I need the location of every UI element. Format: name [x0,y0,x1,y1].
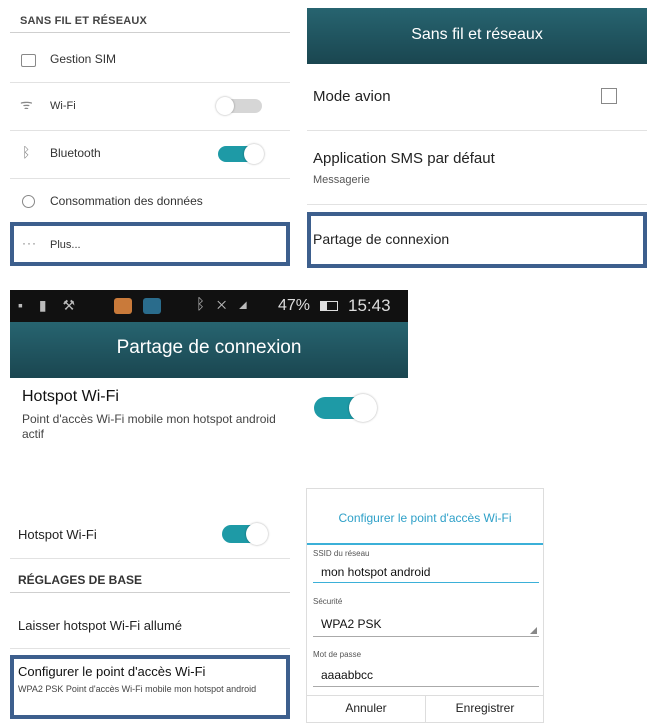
cancel-button[interactable]: Annuler [307,701,425,715]
ssid-label: SSID du réseau [313,549,370,558]
battery-icon [320,301,338,311]
settings-item-label: Configurer le point d'accès Wi-Fi [18,664,206,679]
settings-item-hotspot[interactable]: Hotspot Wi-Fi [10,512,290,556]
bluetooth-icon: ᛒ [22,144,31,160]
dialog-title: Configurer le point d'accès Wi-Fi [338,511,512,525]
hotspot-notification-icon [143,298,161,314]
settings-item-wifi[interactable]: ᯤ Wi-Fi [10,84,290,128]
settings-item-label: Gestion SIM [50,52,117,66]
settings-item-hotspot[interactable]: Hotspot Wi-Fi Point d'accès Wi-Fi mobile… [10,378,408,456]
dropdown-corner-icon [530,627,537,634]
password-input[interactable]: aaaabbcc [313,663,539,687]
app-header: Sans fil et réseaux [307,8,647,64]
panel-wireless-settings: SANS FIL ET RÉSEAUX Gestion SIM ᯤ Wi-Fi … [10,8,290,266]
ssid-input[interactable]: mon hotspot android [313,561,539,583]
hotspot-toggle[interactable] [222,523,268,545]
settings-item-sublabel: WPA2 PSK Point d'accès Wi-Fi mobile mon … [18,684,257,694]
data-usage-icon [22,195,35,208]
settings-item-label: Wi-Fi [50,100,76,112]
settings-item-sms-app[interactable]: Application SMS par défaut Messagerie [307,132,647,202]
wifi-icon: ᯤ [20,96,33,112]
sim-card-icon [21,54,36,67]
settings-item-tethering[interactable]: Partage de connexion [307,214,647,268]
dialog-title-divider [307,543,543,545]
dialog-configure-hotspot: Configurer le point d'accès Wi-Fi SSID d… [306,488,544,723]
status-time: 15:43 [348,296,391,315]
security-select[interactable]: WPA2 PSK [313,611,539,637]
settings-item-label: Mode avion [313,88,391,105]
app-notification-icon [114,298,132,314]
save-button[interactable]: Enregistrer [426,701,543,715]
settings-item-data-usage[interactable]: Consommation des données [10,180,290,222]
settings-item-label: Partage de connexion [313,231,450,247]
bluetooth-toggle[interactable] [218,144,264,164]
settings-item-keep-on[interactable]: Laisser hotspot Wi-Fi allumé [10,600,290,644]
settings-item-bluetooth[interactable]: ᛒ Bluetooth [10,132,290,176]
page-title: Partage de connexion [116,337,302,358]
page-title: Sans fil et réseaux [411,26,543,43]
status-icons: ᛒ ✕ ◢ [196,296,252,313]
battery-percent: 47% [278,297,311,314]
settings-item-label: Hotspot Wi-Fi [18,527,97,542]
settings-item-label: Application SMS par défaut [313,150,495,167]
more-dots-icon: ··· [22,236,37,250]
status-bar: ▪ ▮ ⚒ ᛒ ✕ ◢ 47% 15:43 [10,290,408,322]
airplane-checkbox[interactable] [601,88,617,104]
notification-icons: ▪ ▮ ⚒ [18,297,81,313]
settings-item-sublabel: Messagerie [313,174,370,186]
section-header: RÉGLAGES DE BASE [18,573,143,587]
settings-item-label: Plus... [50,239,81,251]
settings-item-airplane[interactable]: Mode avion [307,64,647,130]
settings-item-sublabel: Point d'accès Wi-Fi mobile mon hotspot a… [22,412,276,441]
hotspot-toggle[interactable] [314,394,377,422]
security-label: Sécurité [313,597,343,606]
settings-item-sim[interactable]: Gestion SIM [10,38,290,80]
settings-item-label: Consommation des données [50,194,203,208]
settings-item-label: Laisser hotspot Wi-Fi allumé [18,618,182,633]
settings-item-label: Bluetooth [50,146,101,160]
settings-item-configure-hotspot[interactable]: Configurer le point d'accès Wi-Fi WPA2 P… [10,652,290,714]
password-label: Mot de passe [313,650,362,659]
app-header: Partage de connexion [10,322,408,378]
section-header: SANS FIL ET RÉSEAUX [20,15,148,27]
settings-item-more[interactable]: ··· Plus... [10,224,290,264]
panel-wireless-networks: Sans fil et réseaux Mode avion Applicati… [307,8,647,272]
panel-hotspot-settings: Hotspot Wi-Fi RÉGLAGES DE BASE Laisser h… [10,500,290,718]
settings-item-label: Hotspot Wi-Fi [22,388,119,405]
wifi-toggle[interactable] [216,97,262,115]
panel-tethering: ▪ ▮ ⚒ ᛒ ✕ ◢ 47% 15:43 Partage de connexi… [10,290,408,458]
